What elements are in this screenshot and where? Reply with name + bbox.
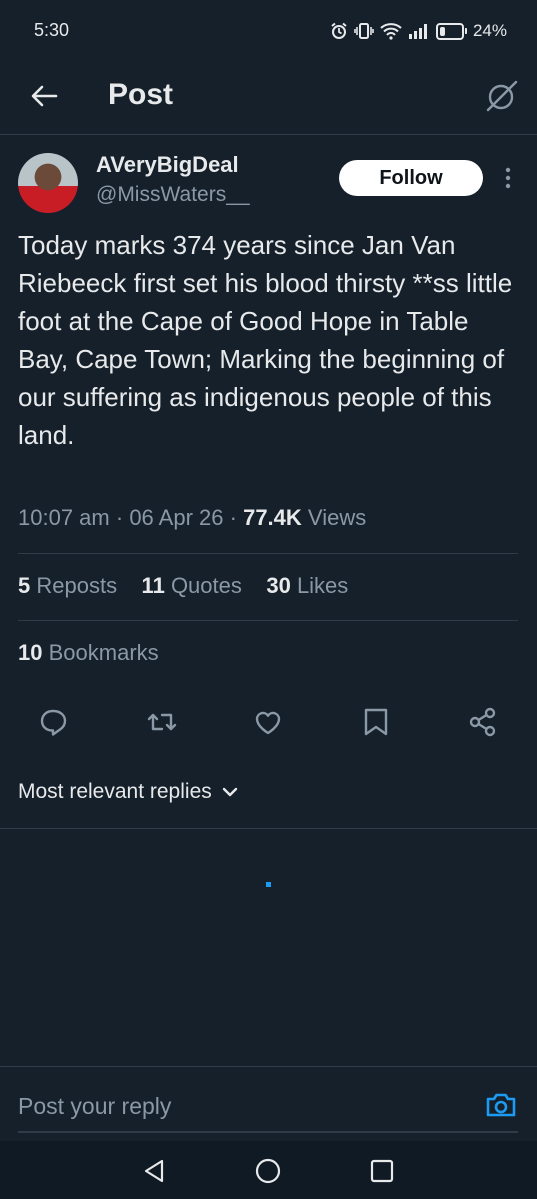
nav-back-button[interactable] — [140, 1157, 168, 1185]
alarm-icon — [331, 22, 347, 39]
grok-button[interactable] — [482, 76, 522, 116]
nav-recents-button[interactable] — [368, 1157, 396, 1185]
author-handle[interactable]: @MissWaters__ — [96, 183, 250, 207]
chevron-down-icon — [222, 787, 237, 797]
views-count[interactable]: 77.4K — [243, 505, 302, 530]
reply-underline — [18, 1131, 518, 1133]
header-divider — [0, 134, 537, 135]
quotes-label: Quotes — [170, 573, 242, 598]
more-vertical-icon — [505, 167, 511, 189]
like-icon — [255, 711, 281, 735]
camera-button[interactable] — [484, 1088, 518, 1122]
likes-count: 30 — [266, 573, 291, 598]
quotes-stat[interactable]: 11 Quotes — [142, 573, 242, 598]
status-icons: 24% — [330, 18, 507, 44]
engagement-stats: 5 Reposts 11 Quotes 30 Likes — [18, 573, 348, 599]
loading-indicator — [266, 882, 271, 887]
avatar[interactable] — [18, 153, 78, 213]
tweet-time: 10:07 am — [18, 505, 110, 530]
tweet-text: Today marks 374 years since Jan Van Rieb… — [18, 230, 513, 450]
divider — [18, 620, 518, 621]
replies-sort-label: Most relevant replies — [18, 780, 212, 803]
page-title: Post — [108, 78, 174, 111]
square-recents-icon — [370, 1159, 394, 1183]
arrow-left-icon — [31, 85, 58, 107]
repost-icon — [147, 713, 177, 731]
replies-divider — [0, 828, 537, 829]
reposts-count: 5 — [18, 573, 31, 598]
reply-divider — [0, 1066, 537, 1067]
views-label[interactable]: Views — [308, 505, 366, 530]
divider — [18, 553, 518, 554]
camera-icon — [486, 1093, 516, 1117]
meta-separator: · — [115, 505, 124, 530]
share-icon — [469, 707, 496, 737]
battery-fill — [439, 26, 445, 36]
likes-label: Likes — [296, 573, 349, 598]
meta-separator: · — [229, 505, 237, 530]
circle-home-icon — [255, 1158, 281, 1184]
vibrate-icon — [354, 23, 374, 39]
more-options-button[interactable] — [498, 164, 518, 192]
follow-button[interactable]: Follow — [339, 160, 483, 196]
reply-icon — [40, 709, 67, 736]
triangle-back-icon — [144, 1159, 164, 1183]
reply-input[interactable] — [18, 1088, 458, 1124]
grok-icon — [486, 80, 518, 112]
bookmarks-stat[interactable]: 10 Bookmarks — [18, 640, 159, 666]
likes-stat[interactable]: 30 Likes — [266, 573, 348, 598]
signal-icon — [408, 24, 427, 39]
battery-icon — [435, 22, 467, 40]
bookmark-icon — [364, 708, 388, 736]
back-button[interactable] — [24, 76, 64, 116]
battery-percent: 24% — [472, 21, 507, 40]
tweet-date: 06 Apr 26 — [129, 505, 224, 530]
author-display-name[interactable]: AVeryBigDeal — [96, 152, 239, 178]
replies-sort-dropdown[interactable]: Most relevant replies — [18, 780, 238, 804]
repost-button[interactable] — [144, 704, 180, 740]
reply-button[interactable] — [35, 704, 71, 740]
reposts-label: Reposts — [36, 573, 118, 598]
reposts-stat[interactable]: 5 Reposts — [18, 573, 117, 598]
nav-home-button[interactable] — [254, 1157, 282, 1185]
quotes-count: 11 — [141, 573, 165, 598]
status-time: 5:30 — [34, 20, 70, 40]
like-button[interactable] — [250, 704, 286, 740]
share-button[interactable] — [465, 704, 501, 740]
bookmarks-count: 10 — [18, 640, 43, 665]
bookmarks-label: Bookmarks — [48, 640, 159, 665]
wifi-icon — [380, 23, 402, 40]
bookmark-button[interactable] — [358, 704, 394, 740]
tweet-meta: 10:07 am · 06 Apr 26 · 77.4K Views — [18, 505, 366, 531]
